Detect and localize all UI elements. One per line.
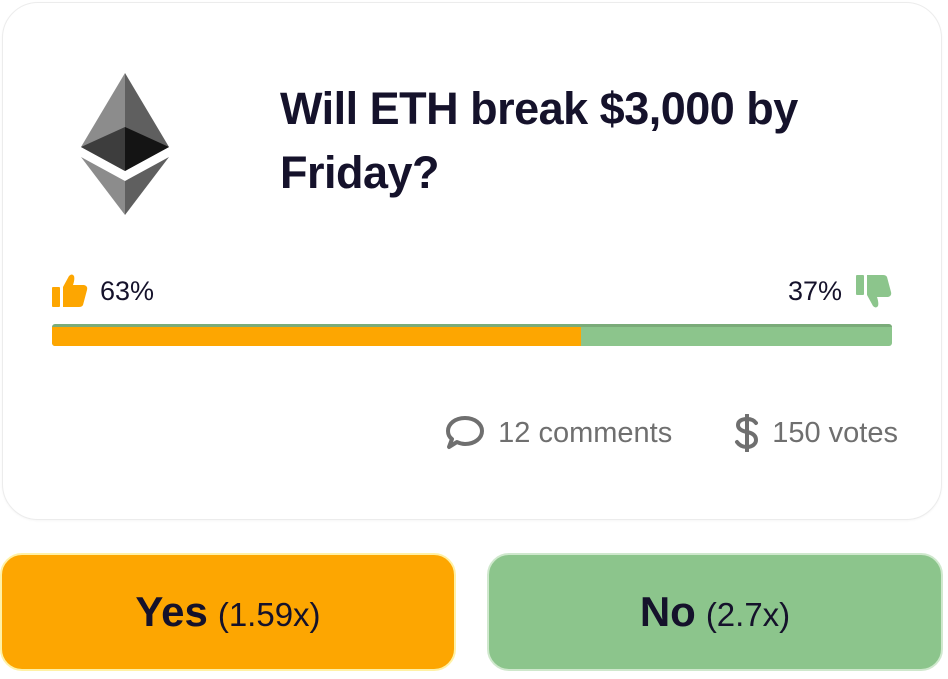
no-button[interactable]: No (2.7x) [487,553,943,671]
yes-fill [52,327,582,346]
no-percent: 37% [788,274,892,308]
chat-bubble-icon [446,416,485,449]
ethereum-icon [81,73,169,215]
poll-stats: 12 comments 150 votes [444,414,898,452]
votes-stat: 150 votes [734,414,898,452]
no-button-label: No [639,588,696,635]
yes-button-label: Yes [135,588,208,635]
no-odds: (2.7x) [705,596,791,633]
yes-odds: (1.59x) [217,596,321,633]
comments-stat[interactable]: 12 comments [444,415,672,451]
no-percent-label: 37% [787,275,842,306]
percent-row: 63% 37% [52,274,892,314]
comments-count: 12 comments [498,416,673,449]
vote-split-bar [52,324,892,346]
thumbs-down-icon [856,275,892,308]
votes-count: 150 votes [772,416,898,449]
thumbs-up-icon [52,274,88,307]
yes-percent-label: 63% [100,275,155,306]
yes-percent: 63% [52,274,154,308]
dollar-icon [735,414,759,452]
poll-question: Will ETH break $3,000 by Friday? [280,83,798,198]
yes-button[interactable]: Yes (1.59x) [0,553,456,671]
